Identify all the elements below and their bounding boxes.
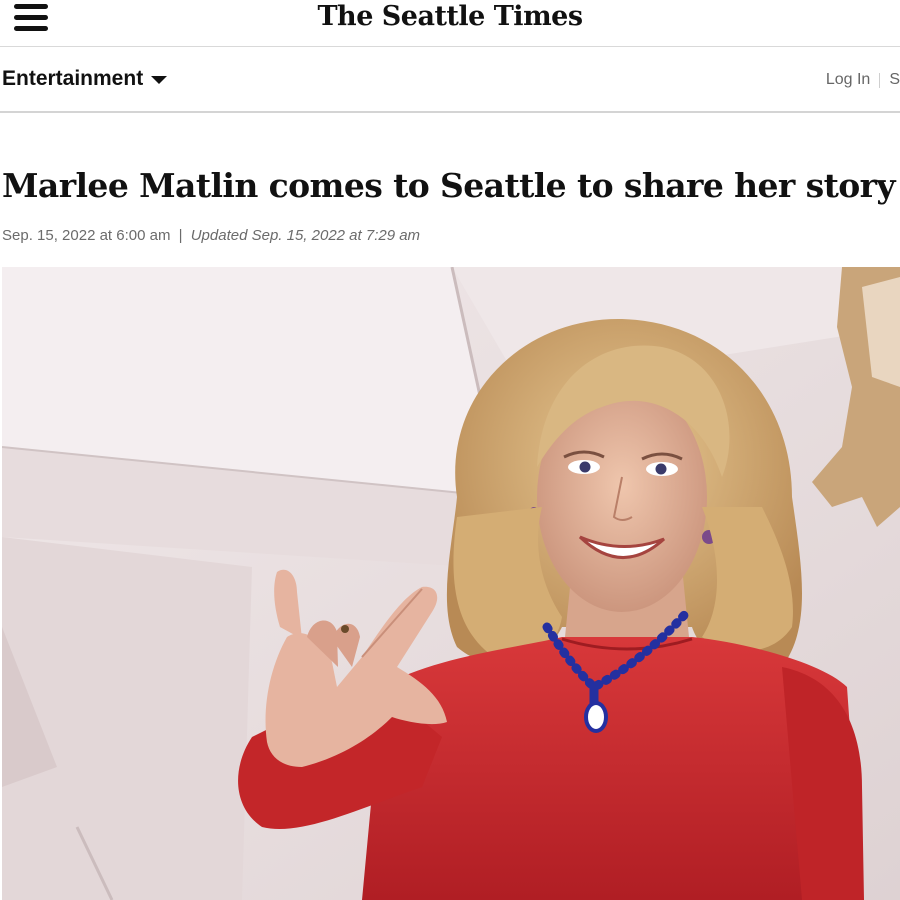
section-bar: Entertainment Log In S [0,47,900,113]
article-photo[interactable] [2,267,900,900]
section-dropdown[interactable]: Entertainment [2,67,168,91]
published-date: Sep. 15, 2022 at 6:00 am [2,227,171,244]
top-bar: The Seattle Times [0,0,900,47]
subscribe-link[interactable]: S [889,71,900,89]
account-links: Log In S [826,71,900,89]
section-label: Entertainment [2,67,144,90]
article-dateline: Sep. 15, 2022 at 6:00 am | Updated Sep. … [2,227,420,244]
site-logo[interactable]: The Seattle Times [0,0,900,34]
login-link[interactable]: Log In [826,71,870,89]
updated-date: Updated Sep. 15, 2022 at 7:29 am [190,227,421,244]
article-headline: Marlee Matlin comes to Seattle to share … [2,166,896,205]
chevron-down-icon [151,76,168,84]
article-photo-image [2,267,900,900]
divider [879,72,881,88]
dateline-separator: | [178,227,183,244]
